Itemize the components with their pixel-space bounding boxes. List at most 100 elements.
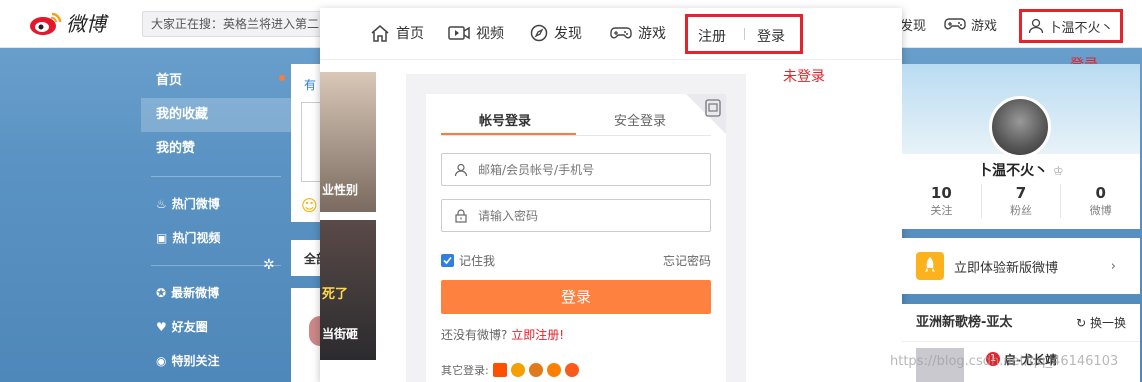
weibo-eye-icon [30,12,62,35]
user-menu[interactable]: 卜温不火丶 [1019,9,1123,43]
target-icon: ◉ [156,354,167,368]
profile-name-row: 卜温不火丶 ♔ [902,160,1140,180]
stat-value: 10 [930,184,952,202]
remember-me-checkbox[interactable]: 记住我 [441,252,495,269]
gear-icon[interactable]: ✲ [263,257,275,273]
watermark: https://blog.csdn.net/qq_46146103 [890,354,1119,369]
nav-divider [151,176,281,177]
divider [744,28,745,40]
profile-card: 卜温不火丶 ♔ 10 关注 7 粉丝 0 微博 [902,64,1140,229]
game-label: 游戏 [971,18,998,34]
password-input[interactable] [478,208,698,223]
nav-item-special[interactable]: ◉ 特别关注 [141,344,291,378]
panel-nav-home[interactable]: 首页 [370,23,424,43]
star-icon: ✪ [156,286,167,300]
login-link[interactable]: 登录 [757,26,785,46]
new-version-label: 立即体验新版微博 [954,260,1059,276]
avatar [309,316,320,346]
nav-item-latest[interactable]: ✪ 最新微博 [141,276,291,310]
vip-crown-icon: ♔ [1053,164,1064,178]
nav-item-hot-video[interactable]: ▣ 热门视频 [141,221,291,255]
discover-link[interactable]: 发现 [900,0,926,48]
not-logged-in-annotation: 未登录 [783,69,825,85]
home-icon [371,25,389,42]
nav-item-label: 首页 [156,73,183,88]
register-now-link[interactable]: 立即注册! [511,328,564,342]
checkbox-checked-icon [441,254,454,267]
panel-nav-label: 发现 [554,26,582,42]
stat-label: 粉丝 [1010,204,1032,217]
register-login-box: 注册 登录 [685,14,803,54]
forgot-password-link[interactable]: 忘记密码 [663,252,711,269]
refresh-button[interactable]: ↻ 换一换 [1076,304,1126,342]
login-form: 帐号登录 安全登录 记住我 忘记密码 登录 还没有微博? 立即注册! 其它登录: [426,94,726,382]
media-caption: 当街砸 [322,327,359,341]
gamepad-icon [610,27,632,39]
gamepad-icon [944,18,966,30]
stat-label: 微博 [1089,204,1112,217]
register-link[interactable]: 注册 [698,26,726,46]
heart-icon: ♥ [156,320,167,334]
remember-row: 记住我 忘记密码 [441,252,711,269]
unread-dot [279,75,285,81]
nav-item-favorites[interactable]: 我的收藏 [141,98,291,132]
user-name: 卜温不火丶 [1048,20,1114,36]
stat-following[interactable]: 10 关注 [902,184,981,218]
stat-followers[interactable]: 7 粉丝 [980,184,1061,218]
other-login-label: 其它登录: [441,364,489,377]
lock-icon [455,208,467,223]
user-icon [454,163,468,176]
active-tab-indicator [441,133,576,135]
game-link[interactable]: 游戏 [944,0,997,48]
nav-item-label: 特别关注 [171,354,220,368]
panel-nav-label: 游戏 [638,26,666,42]
qq-icon[interactable] [510,363,525,377]
tab-secure-login[interactable]: 安全登录 [614,110,666,129]
media-thumbnail[interactable]: 业性别 [320,72,376,212]
user-icon [1029,18,1044,34]
logo-text: 微博 [66,12,106,36]
panel-nav-game[interactable]: 游戏 [610,23,666,43]
video-icon [448,26,470,40]
other-login-row: 其它登录: [441,362,579,378]
tab-account-login[interactable]: 帐号登录 [479,110,531,129]
username-input[interactable] [478,162,698,177]
media-thumbnail[interactable]: 死了 当街砸 [320,220,376,360]
360-icon[interactable] [564,363,579,377]
weibo-logo[interactable]: 微博 [28,8,106,37]
nav-item-home[interactable]: 首页 [141,64,291,98]
taobao-icon[interactable] [492,363,507,377]
search-input[interactable]: 大家正在搜：英格兰将进入第二 [142,11,327,37]
panel-nav-discover[interactable]: 发现 [530,23,582,43]
nav-item-label: 最新微博 [171,286,220,300]
nav-item-hot-weibo[interactable]: ♨ 热门微博 [141,187,291,221]
composer-textarea[interactable] [301,102,320,182]
login-submit-button[interactable]: 登录 [441,280,711,314]
baidu-icon[interactable] [528,363,543,377]
nav-item-friends[interactable]: ♥ 好友圈 [141,310,291,344]
no-account-row: 还没有微博? 立即注册! [441,326,564,343]
media-caption: 业性别 [322,183,359,197]
left-nav: 首页 我的收藏 我的赞 ♨ 热门微博 ▣ 热门视频 ✲ ✪ 最新微博 ♥ 好友圈… [141,64,291,382]
no-account-text: 还没有微博? [441,328,508,342]
password-field[interactable] [441,199,711,232]
rocket-icon [916,252,944,280]
stat-posts[interactable]: 0 微博 [1060,184,1140,218]
compass-icon [530,24,548,42]
nav-item-likes[interactable]: 我的赞 [141,132,291,166]
login-tabs: 帐号登录 安全登录 [441,102,711,136]
new-version-banner[interactable]: 立即体验新版微博 › [902,238,1140,294]
username-field[interactable] [441,153,711,186]
composer-tab[interactable]: 有 [304,76,316,93]
fire-icon: ♨ [156,197,167,211]
refresh-label: 换一换 [1089,316,1126,330]
panel-nav-label: 视频 [476,26,504,42]
profile-name[interactable]: 卜温不火丶 [978,163,1048,179]
emoji-icon[interactable]: ☺ [301,196,318,215]
panel-nav-video[interactable]: 视频 [448,23,504,43]
stat-label: 关注 [930,204,953,217]
tianyi-icon[interactable] [546,363,561,377]
avatar[interactable] [989,96,1051,158]
remember-label: 记住我 [459,254,496,268]
nav-item-label: 好友圈 [171,320,208,334]
